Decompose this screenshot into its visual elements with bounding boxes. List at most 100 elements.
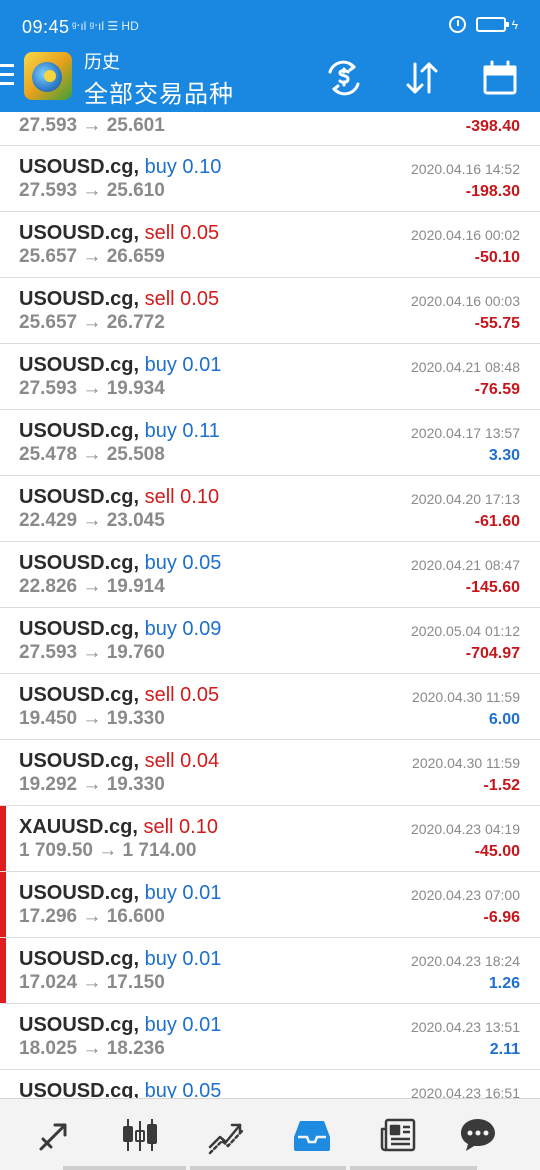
close-price: 25.610 bbox=[106, 180, 165, 201]
trade-profit: -55.75 bbox=[474, 315, 520, 332]
news-icon[interactable] bbox=[376, 1113, 420, 1157]
open-price: 27.593 bbox=[19, 180, 78, 201]
trade-row[interactable]: USOUSD.cg, buy 0.05 2020.04.23 16:51 bbox=[0, 1070, 540, 1098]
trade-symbol: USOUSD.cg bbox=[19, 552, 134, 574]
trade-prices: 27.593 → 19.934 bbox=[19, 378, 165, 399]
nav-indicator bbox=[63, 1166, 186, 1170]
trade-symbol: USOUSD.cg bbox=[19, 948, 134, 970]
trade-row[interactable]: XAUUSD.cg, sell 0.10 2020.04.23 04:19 1 70… bbox=[0, 806, 540, 872]
quotes-arrows-icon[interactable] bbox=[33, 1113, 77, 1157]
trade-row[interactable]: USOUSD.cg, sell 0.05 2020.04.30 11:59 19.4… bbox=[0, 674, 540, 740]
trade-row[interactable]: USOUSD.cg, sell 0.05 2020.04.16 00:02 25.6… bbox=[0, 212, 540, 278]
trade-symbol: USOUSD.cg bbox=[19, 1080, 134, 1098]
trade-date: 2020.05.04 01:12 bbox=[411, 623, 520, 639]
close-price: 25.601 bbox=[106, 115, 165, 136]
trade-symbol-line: USOUSD.cg, buy 0.10 bbox=[19, 156, 222, 178]
trade-date: 2020.04.17 13:57 bbox=[411, 425, 520, 441]
open-price: 25.657 bbox=[19, 312, 78, 333]
trade-date: 2020.04.16 14:52 bbox=[411, 161, 520, 177]
trade-row[interactable]: USOUSD.cg, buy 0.10 2020.04.16 14:52 27.59… bbox=[0, 146, 540, 212]
trade-prices: 27.593 → 25.610 bbox=[19, 180, 165, 201]
trade-row[interactable]: USOUSD.cg, buy 0.01 2020.04.21 08:48 27.59… bbox=[0, 344, 540, 410]
page-title[interactable]: 全部交易品种 bbox=[84, 74, 234, 109]
status-time: 09:45 bbox=[22, 17, 70, 37]
open-price: 22.429 bbox=[19, 510, 78, 531]
trade-history-list[interactable]: 27.593 → 25.601 -398.40 USOUSD.cg, buy 0.1… bbox=[0, 112, 540, 1098]
close-price: 26.772 bbox=[106, 312, 165, 333]
close-price: 18.236 bbox=[106, 1038, 165, 1059]
trade-prices: 25.657 → 26.772 bbox=[19, 312, 165, 333]
trade-type: buy 0.11 bbox=[144, 420, 220, 442]
battery-icon bbox=[475, 17, 509, 32]
close-price: 25.508 bbox=[106, 444, 165, 465]
trade-symbol: USOUSD.cg bbox=[19, 486, 134, 508]
calendar-icon[interactable] bbox=[478, 56, 522, 100]
trade-row[interactable]: USOUSD.cg, buy 0.11 2020.04.17 13:57 25.47… bbox=[0, 410, 540, 476]
open-price: 27.593 bbox=[19, 378, 78, 399]
open-price: 27.593 bbox=[19, 115, 78, 136]
close-price: 17.150 bbox=[106, 972, 165, 993]
trade-symbol-line: USOUSD.cg, sell 0.05 bbox=[19, 222, 220, 244]
trade-profit: -145.60 bbox=[465, 579, 520, 596]
trade-row[interactable]: USOUSD.cg, buy 0.01 2020.04.23 13:51 18.02… bbox=[0, 1004, 540, 1070]
open-price: 19.292 bbox=[19, 774, 78, 795]
trade-symbol-line: USOUSD.cg, sell 0.04 bbox=[19, 750, 220, 772]
history-inbox-icon[interactable] bbox=[290, 1113, 334, 1157]
trade-symbol: USOUSD.cg bbox=[19, 1014, 134, 1036]
trade-prices: 18.025 → 18.236 bbox=[19, 1038, 165, 1059]
trade-prices: 19.450 → 19.330 bbox=[19, 708, 165, 729]
trade-type: buy 0.01 bbox=[144, 354, 222, 376]
trade-row[interactable]: USOUSD.cg, buy 0.01 2020.04.23 18:24 17.02… bbox=[0, 938, 540, 1004]
trade-symbol-line: USOUSD.cg, sell 0.05 bbox=[19, 288, 220, 310]
charging-icon: ϟ bbox=[511, 17, 518, 32]
close-price: 19.330 bbox=[106, 708, 165, 729]
menu-icon[interactable] bbox=[0, 64, 14, 86]
trade-row[interactable]: USOUSD.cg, buy 0.01 2020.04.23 07:00 17.29… bbox=[0, 872, 540, 938]
trade-type: buy 0.01 bbox=[144, 882, 222, 904]
sort-arrows-icon[interactable] bbox=[400, 56, 444, 100]
close-price: 26.659 bbox=[106, 246, 165, 267]
trade-symbol-line: USOUSD.cg, buy 0.01 bbox=[19, 948, 222, 970]
trade-symbol: USOUSD.cg bbox=[19, 420, 134, 442]
trade-profit: 2.11 bbox=[489, 1041, 520, 1058]
page-subtitle: 历史 bbox=[84, 52, 120, 72]
trade-type: buy 0.05 bbox=[144, 552, 222, 574]
trade-profit: 6.00 bbox=[488, 711, 520, 728]
trade-date: 2020.04.23 07:00 bbox=[411, 887, 520, 903]
row-marker bbox=[0, 938, 6, 1003]
chat-icon[interactable] bbox=[456, 1113, 500, 1157]
trade-profit: -50.10 bbox=[474, 249, 520, 266]
trade-row[interactable]: USOUSD.cg, sell 0.04 2020.04.30 11:59 19.2… bbox=[0, 740, 540, 806]
trade-type: buy 0.09 bbox=[144, 618, 222, 640]
trade-profit: 3.30 bbox=[488, 447, 520, 464]
trade-symbol: USOUSD.cg bbox=[19, 684, 134, 706]
trade-date: 2020.04.30 11:59 bbox=[412, 755, 520, 771]
open-price: 17.024 bbox=[19, 972, 78, 993]
trade-type: sell 0.10 bbox=[144, 486, 220, 508]
currency-sort-icon[interactable] bbox=[322, 56, 366, 100]
trade-row[interactable]: USOUSD.cg, sell 0.05 2020.04.16 00:03 25.6… bbox=[0, 278, 540, 344]
trade-date: 2020.04.30 11:59 bbox=[412, 689, 520, 705]
app-logo-icon[interactable] bbox=[24, 52, 72, 100]
trade-symbol: USOUSD.cg bbox=[19, 288, 134, 310]
trade-date: 2020.04.23 16:51 bbox=[411, 1085, 520, 1098]
trade-symbol-line: USOUSD.cg, sell 0.05 bbox=[19, 684, 220, 706]
trade-symbol-line: USOUSD.cg, buy 0.11 bbox=[19, 420, 220, 442]
trade-row[interactable]: USOUSD.cg, buy 0.09 2020.05.04 01:12 27.59… bbox=[0, 608, 540, 674]
trade-row[interactable]: USOUSD.cg, sell 0.10 2020.04.20 17:13 22.4… bbox=[0, 476, 540, 542]
trade-row[interactable]: USOUSD.cg, buy 0.05 2020.04.21 08:47 22.82… bbox=[0, 542, 540, 608]
trade-date: 2020.04.23 04:19 bbox=[411, 821, 520, 837]
trade-trend-icon[interactable] bbox=[204, 1113, 248, 1157]
trade-date: 2020.04.23 13:51 bbox=[411, 1019, 520, 1035]
nav-indicator bbox=[190, 1166, 346, 1170]
open-price: 25.478 bbox=[19, 444, 78, 465]
trade-symbol-line: USOUSD.cg, sell 0.10 bbox=[19, 486, 220, 508]
candlestick-chart-icon[interactable] bbox=[118, 1113, 162, 1157]
trade-symbol-line: USOUSD.cg, buy 0.09 bbox=[19, 618, 222, 640]
trade-row[interactable]: 27.593 → 25.601 -398.40 bbox=[0, 112, 540, 146]
open-price: 22.826 bbox=[19, 576, 78, 597]
trade-profit: -61.60 bbox=[474, 513, 520, 530]
close-price: 19.760 bbox=[106, 642, 165, 663]
trade-symbol-line: USOUSD.cg, buy 0.05 bbox=[19, 552, 222, 574]
trade-date: 2020.04.16 00:02 bbox=[411, 227, 520, 243]
